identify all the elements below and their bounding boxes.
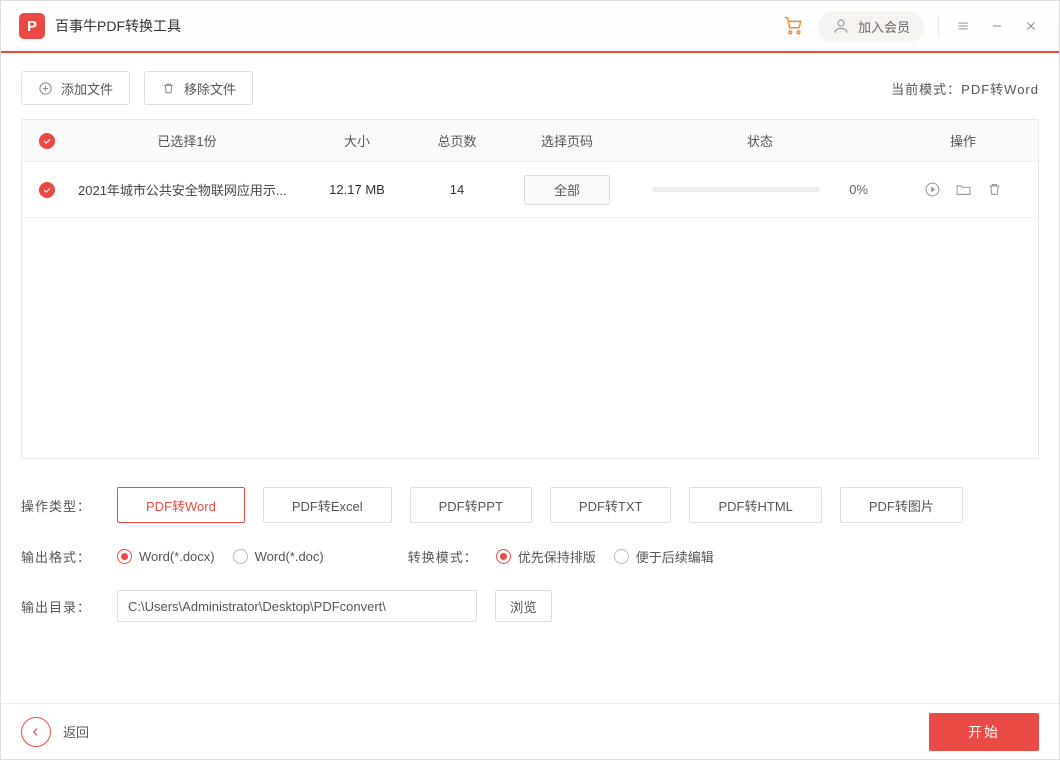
mode-radio-layout[interactable]: 优先保持排版 bbox=[496, 547, 596, 566]
mode-layout-label: 优先保持排版 bbox=[518, 547, 596, 566]
back-label: 返回 bbox=[63, 722, 89, 741]
type-chip-pdf-to-word[interactable]: PDF转Word bbox=[117, 487, 245, 523]
mode-editable-label: 便于后续编辑 bbox=[636, 547, 714, 566]
radio-icon bbox=[496, 549, 511, 564]
options-panel: 操作类型： PDF转Word PDF转Excel PDF转PPT PDF转TXT… bbox=[21, 487, 1039, 632]
output-format-label: 输出格式： bbox=[21, 547, 99, 566]
table-header: 已选择1份 大小 总页数 选择页码 状态 操作 bbox=[22, 120, 1038, 162]
format-radio-docx[interactable]: Word(*.docx) bbox=[117, 549, 215, 564]
radio-icon bbox=[614, 549, 629, 564]
vip-label: 加入会员 bbox=[858, 17, 910, 36]
row-check[interactable] bbox=[22, 182, 72, 198]
add-file-button[interactable]: 添加文件 bbox=[21, 71, 130, 105]
operation-type-label: 操作类型： bbox=[21, 496, 99, 515]
header-pages: 总页数 bbox=[412, 131, 502, 150]
page-range-button[interactable]: 全部 bbox=[524, 175, 610, 205]
row-actions bbox=[888, 181, 1038, 198]
browse-button[interactable]: 浏览 bbox=[495, 590, 552, 622]
header-size: 大小 bbox=[302, 131, 412, 150]
main-content: 添加文件 移除文件 当前模式：PDF转Word 已选择1份 大小 总页数 选择页… bbox=[1, 53, 1059, 703]
header-check[interactable] bbox=[22, 133, 72, 149]
folder-icon[interactable] bbox=[955, 181, 972, 198]
operation-type-row: 操作类型： PDF转Word PDF转Excel PDF转PPT PDF转TXT… bbox=[21, 487, 1039, 523]
output-dir-row: 输出目录： 浏览 bbox=[21, 590, 1039, 622]
format-docx-label: Word(*.docx) bbox=[139, 549, 215, 564]
output-dir-label: 输出目录： bbox=[21, 597, 99, 616]
radio-icon bbox=[233, 549, 248, 564]
user-icon bbox=[832, 17, 850, 35]
back-arrow-icon bbox=[21, 717, 51, 747]
output-format-row: 输出格式： Word(*.docx) Word(*.doc) 转换模式： 优先保… bbox=[21, 547, 1039, 566]
progress-bar bbox=[652, 187, 820, 192]
row-size: 12.17 MB bbox=[302, 182, 412, 197]
convert-mode-label: 转换模式： bbox=[408, 547, 478, 566]
header-selected: 已选择1份 bbox=[72, 131, 302, 150]
header-status: 状态 bbox=[632, 131, 888, 150]
check-all-icon bbox=[39, 133, 55, 149]
row-status: 0% bbox=[632, 182, 888, 197]
title-bar: P 百事牛PDF转换工具 加入会员 bbox=[1, 1, 1059, 53]
table-row: 2021年城市公共安全物联网应用示... 12.17 MB 14 全部 0% bbox=[22, 162, 1038, 218]
type-chip-pdf-to-html[interactable]: PDF转HTML bbox=[689, 487, 821, 523]
filename-text: 2021年城市公共安全物联网应用示... bbox=[78, 180, 287, 199]
file-toolbar: 添加文件 移除文件 当前模式：PDF转Word bbox=[21, 71, 1039, 105]
delete-icon[interactable] bbox=[986, 181, 1003, 198]
minimize-button[interactable] bbox=[987, 16, 1007, 36]
type-chip-pdf-to-image[interactable]: PDF转图片 bbox=[840, 487, 963, 523]
play-icon[interactable] bbox=[924, 181, 941, 198]
plus-circle-icon bbox=[38, 81, 53, 96]
menu-icon[interactable] bbox=[953, 16, 973, 36]
type-chip-pdf-to-excel[interactable]: PDF转Excel bbox=[263, 487, 392, 523]
remove-file-button[interactable]: 移除文件 bbox=[144, 71, 253, 105]
check-icon bbox=[39, 182, 55, 198]
join-vip-button[interactable]: 加入会员 bbox=[818, 11, 924, 42]
cart-icon[interactable] bbox=[782, 14, 804, 39]
mode-radio-editable[interactable]: 便于后续编辑 bbox=[614, 547, 714, 566]
file-table: 已选择1份 大小 总页数 选择页码 状态 操作 2021年城市公共安全物联网应用… bbox=[21, 119, 1039, 459]
add-file-label: 添加文件 bbox=[61, 79, 113, 98]
remove-file-label: 移除文件 bbox=[184, 79, 236, 98]
row-filename: 2021年城市公共安全物联网应用示... bbox=[72, 180, 302, 199]
output-dir-input[interactable] bbox=[117, 590, 477, 622]
row-range: 全部 bbox=[502, 175, 632, 205]
type-chip-pdf-to-txt[interactable]: PDF转TXT bbox=[550, 487, 672, 523]
format-doc-label: Word(*.doc) bbox=[255, 549, 324, 564]
app-title: 百事牛PDF转换工具 bbox=[55, 16, 181, 36]
title-bar-right: 加入会员 bbox=[782, 11, 1041, 42]
app-logo-icon: P bbox=[19, 13, 45, 39]
app-window: P 百事牛PDF转换工具 加入会员 bbox=[0, 0, 1060, 760]
divider bbox=[938, 15, 939, 37]
start-button[interactable]: 开始 bbox=[929, 713, 1039, 751]
current-mode-label: 当前模式：PDF转Word bbox=[891, 79, 1039, 98]
trash-icon bbox=[161, 81, 176, 96]
footer-bar: 返回 开始 bbox=[1, 703, 1059, 759]
radio-icon bbox=[117, 549, 132, 564]
close-button[interactable] bbox=[1021, 16, 1041, 36]
back-button[interactable]: 返回 bbox=[21, 717, 89, 747]
type-chip-pdf-to-ppt[interactable]: PDF转PPT bbox=[410, 487, 532, 523]
progress: 0% bbox=[632, 182, 888, 197]
row-pages: 14 bbox=[412, 182, 502, 197]
header-action: 操作 bbox=[888, 131, 1038, 150]
format-radio-doc[interactable]: Word(*.doc) bbox=[233, 549, 324, 564]
header-range: 选择页码 bbox=[502, 131, 632, 150]
progress-percent: 0% bbox=[832, 182, 868, 197]
